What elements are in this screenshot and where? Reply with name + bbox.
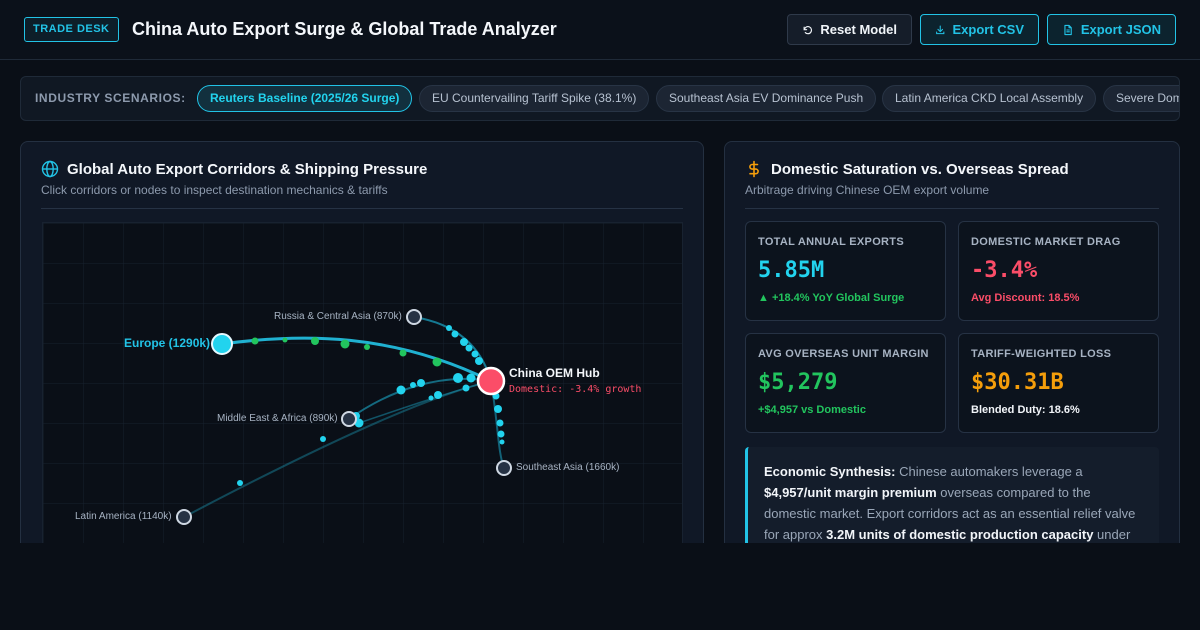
reset-model-button[interactable]: Reset Model bbox=[787, 14, 912, 45]
metric-label: AVG OVERSEAS UNIT MARGIN bbox=[758, 348, 929, 360]
page-title: China Auto Export Surge & Global Trade A… bbox=[132, 19, 557, 39]
node-russia[interactable] bbox=[406, 309, 422, 325]
metric-value: 5.85M bbox=[758, 258, 825, 283]
metric-label: TARIFF-WEIGHTED LOSS bbox=[971, 348, 1112, 360]
file-icon bbox=[1064, 24, 1072, 35]
node-latam[interactable] bbox=[176, 509, 192, 525]
saturation-panel-title: Domestic Saturation vs. Overseas Spread bbox=[745, 160, 1069, 178]
scenario-chip-sea-ev[interactable]: Southeast Asia EV Dominance Push bbox=[656, 85, 877, 112]
synthesis-text: Chinese automakers leverage a bbox=[895, 464, 1083, 479]
saturation-title-text: Domestic Saturation vs. Overseas Spread bbox=[771, 160, 1069, 178]
label-sea[interactable]: Southeast Asia (1660k) bbox=[516, 462, 619, 473]
scenario-bar: INDUSTRY SCENARIOS: Reuters Baseline (20… bbox=[20, 76, 1180, 121]
metric-card-domestic-drag: DOMESTIC MARKET DRAG -3.4% Avg Discount:… bbox=[958, 221, 1159, 321]
metric-label: TOTAL ANNUAL EXPORTS bbox=[758, 236, 904, 248]
metric-note: Avg Discount: 18.5% bbox=[971, 292, 1080, 304]
synthesis-lead: Economic Synthesis: bbox=[764, 464, 896, 479]
export-csv-button[interactable]: Export CSV bbox=[920, 14, 1039, 45]
metric-note: +$4,957 vs Domestic bbox=[758, 404, 866, 416]
scenario-label: INDUSTRY SCENARIOS: bbox=[35, 91, 186, 105]
corridors-subtitle: Click corridors or nodes to inspect dest… bbox=[41, 183, 388, 197]
trade-desk-badge: TRADE DESK bbox=[24, 17, 119, 42]
hub-node[interactable] bbox=[476, 366, 506, 396]
panel-divider bbox=[41, 208, 683, 209]
metric-note: ▲ +18.4% YoY Global Surge bbox=[758, 292, 905, 304]
node-mea[interactable] bbox=[341, 411, 357, 427]
label-latam[interactable]: Latin America (1140k) bbox=[75, 511, 172, 522]
node-europe[interactable] bbox=[211, 333, 233, 355]
corridors-title-text: Global Auto Export Corridors & Shipping … bbox=[67, 160, 428, 178]
synthesis-text: under bbox=[1093, 527, 1131, 542]
scenario-chip-price-war[interactable]: Severe Domestic Price War bbox=[1103, 85, 1179, 112]
label-europe[interactable]: Europe (1290k) bbox=[124, 336, 210, 350]
corridors-panel-title: Global Auto Export Corridors & Shipping … bbox=[41, 160, 427, 178]
synthesis-highlight: $4,957/unit margin premium bbox=[764, 485, 937, 500]
rotate-ccw-icon bbox=[803, 25, 813, 34]
export-json-label: Export JSON bbox=[1080, 22, 1161, 37]
scenario-chip-eu-tariff[interactable]: EU Countervailing Tariff Spike (38.1%) bbox=[419, 85, 650, 112]
metric-value: $5,279 bbox=[758, 370, 838, 395]
metric-value: -3.4% bbox=[971, 258, 1038, 283]
app-header: TRADE DESK China Auto Export Surge & Glo… bbox=[0, 0, 1200, 60]
corridors-panel: Global Auto Export Corridors & Shipping … bbox=[20, 141, 704, 561]
globe-icon bbox=[41, 160, 59, 178]
dollar-icon bbox=[749, 160, 759, 178]
label-mea[interactable]: Middle East & Africa (890k) bbox=[217, 413, 338, 424]
saturation-panel: Domestic Saturation vs. Overseas Spread … bbox=[724, 141, 1180, 577]
label-russia[interactable]: Russia & Central Asia (870k) bbox=[274, 311, 402, 322]
metric-card-tariff-loss: TARIFF-WEIGHTED LOSS $30.31B Blended Dut… bbox=[958, 333, 1159, 433]
viewport-cutoff bbox=[0, 543, 1200, 630]
metric-card-total-exports: TOTAL ANNUAL EXPORTS 5.85M ▲ +18.4% YoY … bbox=[745, 221, 946, 321]
saturation-subtitle: Arbitrage driving Chinese OEM export vol… bbox=[745, 183, 990, 197]
panel-divider bbox=[745, 208, 1159, 209]
scenario-chip-latam-ckd[interactable]: Latin America CKD Local Assembly bbox=[882, 85, 1097, 112]
node-sea[interactable] bbox=[496, 460, 512, 476]
corridor-map[interactable]: China OEM Hub Domestic: -3.4% growth Eur… bbox=[42, 222, 683, 552]
metric-note: Blended Duty: 18.6% bbox=[971, 404, 1080, 416]
export-json-button[interactable]: Export JSON bbox=[1047, 14, 1176, 45]
metric-card-overseas-margin: AVG OVERSEAS UNIT MARGIN $5,279 +$4,957 … bbox=[745, 333, 946, 433]
reset-model-label: Reset Model bbox=[820, 22, 897, 37]
metric-value: $30.31B bbox=[971, 370, 1064, 395]
hub-status: Domestic: -3.4% growth bbox=[509, 384, 642, 395]
metric-label: DOMESTIC MARKET DRAG bbox=[971, 236, 1121, 248]
hub-label: China OEM Hub bbox=[509, 366, 600, 380]
download-icon bbox=[936, 25, 945, 34]
scenario-chip-reuters-baseline[interactable]: Reuters Baseline (2025/26 Surge) bbox=[197, 85, 413, 112]
export-csv-label: Export CSV bbox=[952, 22, 1024, 37]
synthesis-highlight: 3.2M units of domestic production capaci… bbox=[826, 527, 1094, 542]
